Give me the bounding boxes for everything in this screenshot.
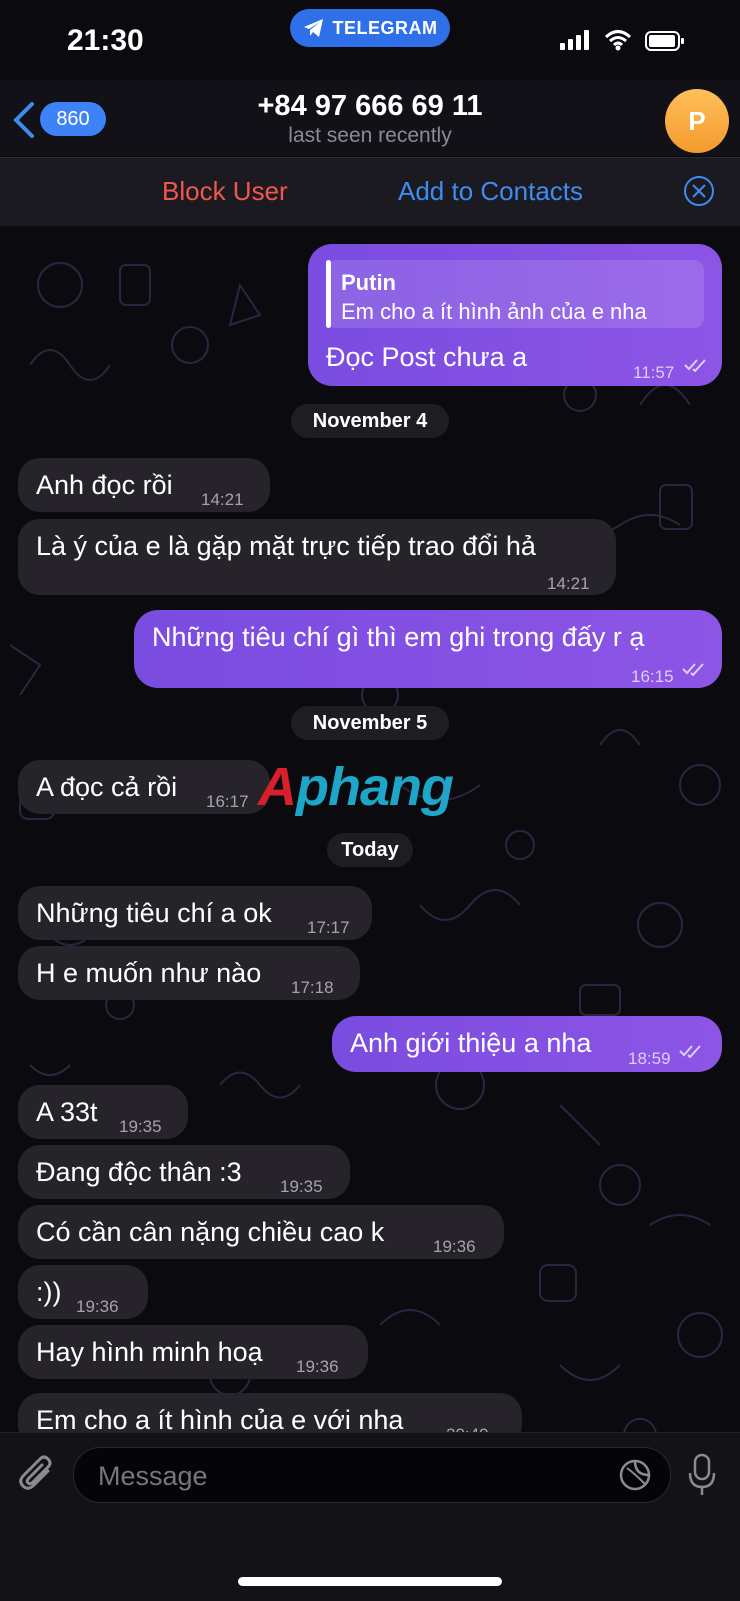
chat-status: last seen recently	[288, 124, 452, 147]
message-time: 19:35	[280, 1177, 323, 1196]
home-indicator[interactable]	[238, 1577, 502, 1586]
reply-bar	[326, 260, 331, 328]
message-text: :))	[36, 1277, 62, 1307]
date-label: Today	[341, 838, 399, 861]
date-separator: November 5	[291, 706, 449, 740]
paperclip-attach-icon[interactable]	[18, 1453, 56, 1495]
message-text: H e muốn như nào	[36, 958, 262, 988]
date-separator: November 4	[291, 404, 449, 438]
message-text: Đọc Post chưa a	[326, 342, 528, 372]
message-input[interactable]	[96, 1456, 580, 1496]
incoming-message[interactable]: Là ý của e là gặp mặt trực tiếp trao đổi…	[18, 519, 616, 595]
message-time: 16:15	[631, 667, 674, 686]
telegram-icon	[303, 19, 323, 37]
message-time: 16:17	[206, 792, 249, 811]
wifi-icon	[604, 30, 632, 51]
date-label: November 4	[312, 409, 428, 432]
date-label: November 5	[312, 711, 428, 734]
contact-action-bar: Block User Add to Contacts	[0, 157, 740, 226]
block-user-button[interactable]: Block User	[162, 176, 288, 207]
incoming-message[interactable]: H e muốn như nào 17:18	[18, 946, 360, 1000]
incoming-message[interactable]: A đọc cả rồi 16:17	[18, 760, 270, 814]
message-time: 17:17	[307, 918, 350, 937]
status-bar: 21:30 TELEGRAM	[0, 0, 740, 80]
message-time: 17:18	[291, 978, 334, 997]
message-time: 19:35	[119, 1117, 162, 1136]
microphone-icon[interactable]	[688, 1453, 716, 1497]
outgoing-message[interactable]: Những tiêu chí gì thì em ghi trong đấy r…	[134, 610, 722, 688]
cellular-signal-icon	[560, 30, 589, 50]
message-time: 19:36	[76, 1297, 119, 1316]
incoming-message[interactable]: :)) 19:36	[18, 1265, 148, 1319]
reply-text: Em cho a ít hình ảnh của e nha	[341, 299, 647, 324]
incoming-message[interactable]: Có cần cân nặng chiều cao k 19:36	[18, 1205, 504, 1259]
message-time: 11:57	[633, 363, 675, 382]
incoming-message[interactable]: Những tiêu chí a ok 17:17	[18, 886, 372, 940]
message-input-bar	[0, 1432, 740, 1601]
message-text: Em cho a ít hình của e với nha	[36, 1405, 404, 1435]
read-checkmarks-icon	[679, 1045, 701, 1058]
telegram-pill-label: TELEGRAM	[332, 17, 438, 38]
outgoing-message[interactable]: Anh giới thiệu a nha 18:59	[332, 1016, 722, 1072]
add-to-contacts-button[interactable]: Add to Contacts	[398, 176, 583, 207]
telegram-pill[interactable]: TELEGRAM	[290, 9, 450, 47]
message-text: A đọc cả rồi	[36, 772, 178, 802]
message-text: A 33t	[36, 1097, 98, 1127]
read-checkmarks-icon	[682, 663, 704, 676]
message-text: Anh đọc rồi	[36, 470, 173, 500]
date-separator: Today	[327, 833, 413, 867]
incoming-message[interactable]: Hay hình minh hoạ 19:36	[18, 1325, 368, 1379]
sticker-icon[interactable]	[618, 1458, 652, 1492]
message-time: 18:59	[628, 1049, 671, 1068]
status-time: 21:30	[67, 24, 144, 57]
watermark-first-letter: A	[258, 757, 297, 817]
message-text: Có cần cân nặng chiều cao k	[36, 1217, 385, 1247]
avatar[interactable]: P	[665, 89, 729, 153]
message-text: Những tiêu chí a ok	[36, 898, 272, 928]
battery-icon	[645, 31, 684, 51]
message-time: 14:21	[201, 490, 244, 509]
close-icon[interactable]	[683, 175, 715, 207]
incoming-message[interactable]: Đang độc thân :3 19:35	[18, 1145, 350, 1199]
reply-preview[interactable]: Putin Em cho a ít hình ảnh của e nha	[326, 260, 704, 328]
chat-title[interactable]: +84 97 666 69 11	[0, 90, 740, 123]
watermark-rest: phang	[296, 757, 454, 817]
message-time: 14:21	[547, 574, 590, 593]
message-text: Là ý của e là gặp mặt trực tiếp trao đổi…	[36, 531, 536, 561]
message-time: 19:36	[296, 1357, 339, 1376]
message-text: Đang độc thân :3	[36, 1157, 242, 1187]
outgoing-message-with-reply[interactable]: Putin Em cho a ít hình ảnh của e nha Đọc…	[308, 244, 722, 386]
message-field[interactable]	[73, 1447, 671, 1503]
message-text: Anh giới thiệu a nha	[350, 1028, 592, 1058]
incoming-message[interactable]: Anh đọc rồi 14:21	[18, 458, 270, 512]
watermark-logo: Aphang	[258, 756, 454, 818]
message-text: Hay hình minh hoạ	[36, 1337, 263, 1367]
message-time: 19:36	[433, 1237, 476, 1256]
incoming-message[interactable]: A 33t 19:35	[18, 1085, 188, 1139]
message-text: Những tiêu chí gì thì em ghi trong đấy r…	[152, 622, 645, 652]
read-checkmarks-icon	[684, 359, 706, 372]
